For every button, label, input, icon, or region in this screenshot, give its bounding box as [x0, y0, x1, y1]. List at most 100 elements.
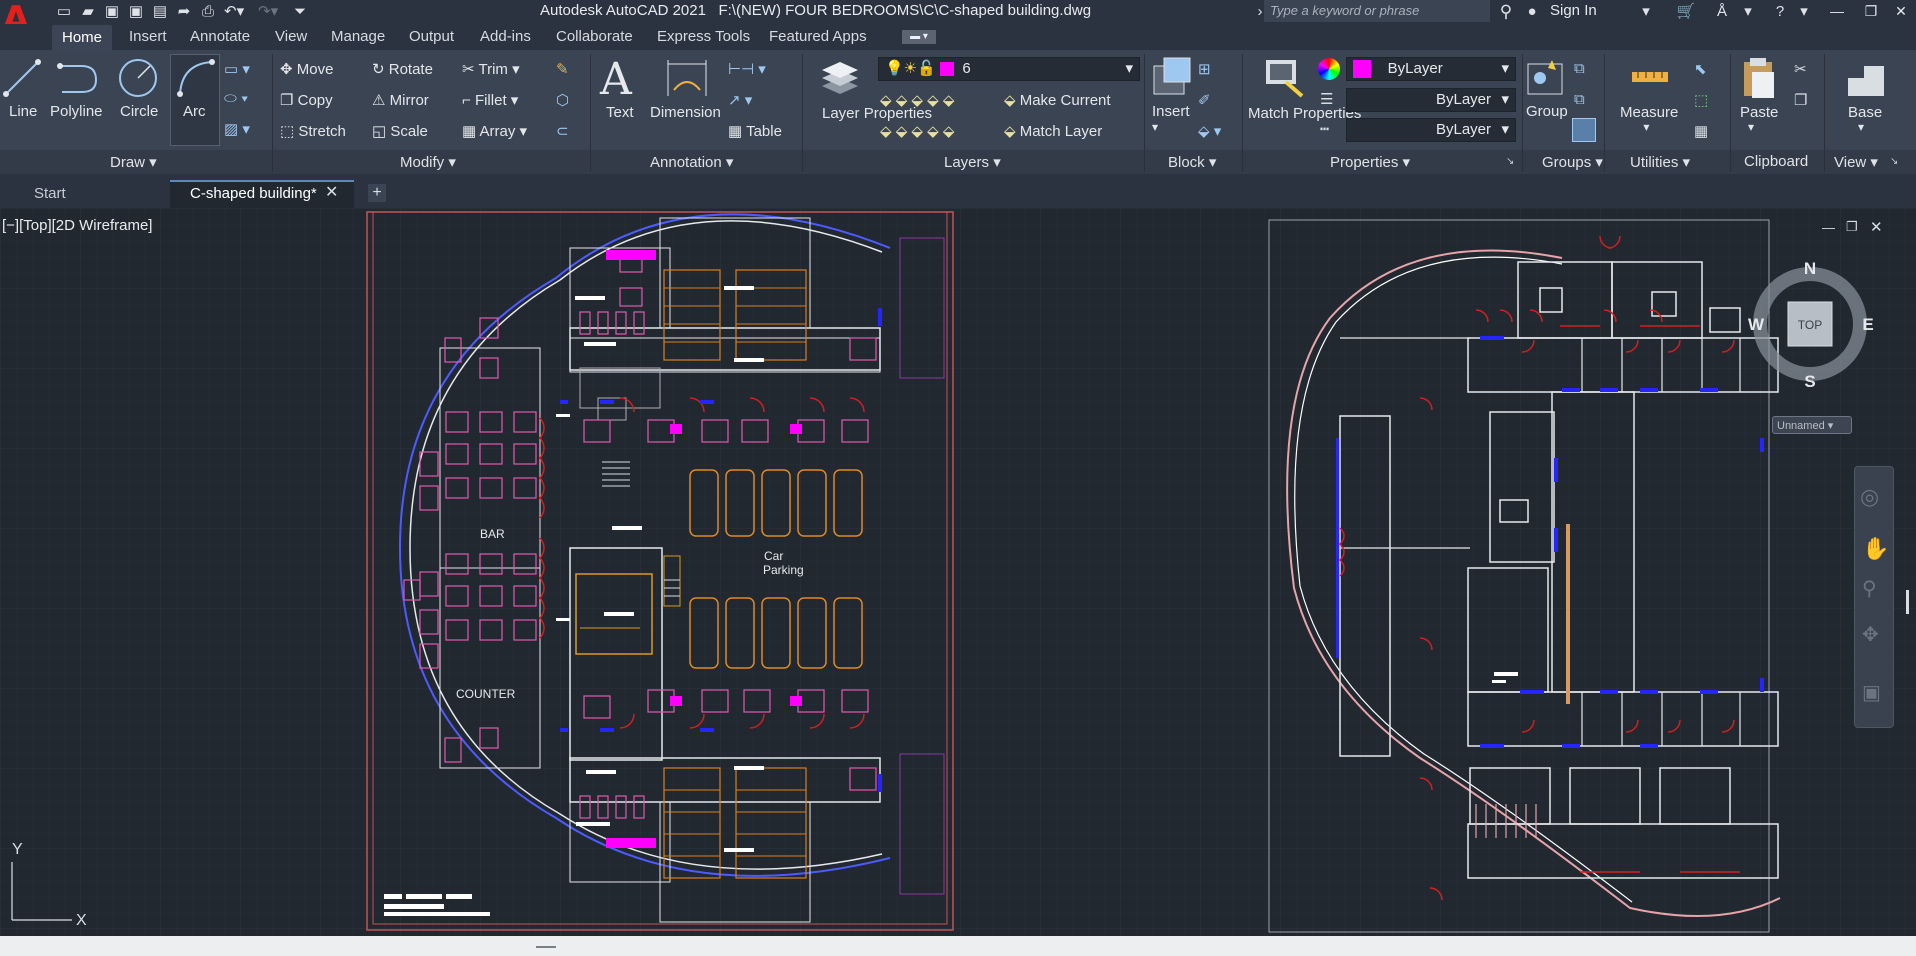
- app-dropdown-icon[interactable]: ▾: [1738, 2, 1758, 22]
- tab-output[interactable]: Output: [409, 28, 454, 45]
- gradient-icon[interactable]: ▨ ▾: [224, 120, 250, 138]
- layer-dropdown[interactable]: 💡☀🔓 6 ▾: [878, 57, 1140, 81]
- measure-button[interactable]: Measure: [1620, 104, 1678, 121]
- move-button[interactable]: ✥ Move: [280, 60, 333, 78]
- cart-icon[interactable]: 🛒: [1676, 2, 1696, 22]
- autodesk-app-icon[interactable]: Å: [1712, 2, 1732, 22]
- close-icon[interactable]: ✕: [1886, 0, 1916, 22]
- circle-button[interactable]: Circle: [120, 103, 158, 120]
- tab-view[interactable]: View: [275, 28, 307, 45]
- viewport-restore-icon[interactable]: ❐: [1846, 219, 1858, 235]
- clipboard-panel-title[interactable]: Clipboard: [1744, 153, 1808, 170]
- viewport-minimize-icon[interactable]: —: [1822, 220, 1835, 235]
- search-icon[interactable]: ⚲: [1496, 2, 1516, 22]
- cut-icon[interactable]: ✂: [1794, 60, 1807, 78]
- base-button[interactable]: Base: [1848, 104, 1882, 121]
- text-button[interactable]: Text: [606, 104, 634, 121]
- polyline-icon[interactable]: [56, 56, 100, 100]
- help-dropdown-icon[interactable]: ▾: [1794, 2, 1814, 22]
- close-tab-icon[interactable]: ✕: [325, 182, 338, 202]
- quick-select-icon[interactable]: ⬉: [1694, 60, 1707, 78]
- calculator-icon[interactable]: ▦: [1694, 122, 1708, 140]
- circle-icon[interactable]: [116, 56, 160, 100]
- layers-panel-title[interactable]: Layers ▾: [944, 153, 1001, 171]
- copy-button[interactable]: ❐ Copy: [280, 91, 333, 109]
- tab-featured-apps[interactable]: Featured Apps: [769, 28, 867, 45]
- insert-button[interactable]: Insert: [1152, 103, 1190, 120]
- sign-in-link[interactable]: Sign In: [1550, 2, 1597, 19]
- copy-clip-icon[interactable]: ❐: [1794, 91, 1807, 109]
- leader-icon[interactable]: ↗ ▾: [728, 91, 752, 109]
- layer-tools-row-2[interactable]: ⬙ ⬙ ⬙ ⬙ ⬙: [880, 122, 954, 140]
- viewcube-top-face[interactable]: TOP: [1798, 318, 1822, 332]
- group-edit-icon[interactable]: ⧉: [1574, 91, 1585, 108]
- search-input[interactable]: Type a keyword or phrase: [1264, 0, 1490, 22]
- dimension-icon[interactable]: [664, 56, 710, 100]
- match-properties-button[interactable]: Match Properties: [1248, 104, 1361, 124]
- color-wheel-icon[interactable]: [1318, 58, 1340, 80]
- properties-panel-title[interactable]: Properties ▾: [1330, 153, 1410, 171]
- match-layer-button[interactable]: ⬙ Match Layer: [1004, 122, 1102, 140]
- restore-icon[interactable]: ❐: [1856, 0, 1886, 22]
- open-icon[interactable]: ▰: [78, 2, 98, 22]
- group-icon[interactable]: [1526, 56, 1566, 100]
- viewcube[interactable]: TOP N S E W: [1746, 252, 1876, 402]
- match-properties-icon[interactable]: [1262, 56, 1306, 100]
- text-icon[interactable]: A: [600, 54, 632, 105]
- rectangle-icon[interactable]: ▭ ▾: [224, 60, 250, 78]
- save-icon[interactable]: ▣: [102, 2, 122, 22]
- tab-annotate[interactable]: Annotate: [190, 28, 250, 45]
- annotation-panel-title[interactable]: Annotation ▾: [650, 153, 733, 171]
- plot-icon[interactable]: ⎙: [198, 2, 218, 22]
- draw-panel-title[interactable]: Draw ▾: [110, 153, 157, 171]
- zoom-extents-icon[interactable]: ⚲: [1862, 576, 1877, 601]
- paste-button[interactable]: Paste: [1740, 104, 1778, 121]
- trim-button[interactable]: ✂ Trim ▾: [462, 60, 520, 78]
- table-button[interactable]: ▦ Table: [728, 122, 782, 140]
- orbit-icon[interactable]: ✥: [1862, 622, 1879, 647]
- insert-dropdown-icon[interactable]: ▾: [1152, 120, 1158, 134]
- help-icon[interactable]: ?: [1770, 2, 1790, 22]
- ribbon-state-toggle-icon[interactable]: ▬ ▾: [902, 30, 936, 44]
- groups-panel-title[interactable]: Groups ▾: [1542, 153, 1603, 171]
- mirror-button[interactable]: ⚠ Mirror: [372, 91, 429, 109]
- utilities-panel-title[interactable]: Utilities ▾: [1630, 153, 1690, 171]
- tab-start[interactable]: Start: [20, 180, 80, 208]
- paste-dropdown-icon[interactable]: ▾: [1748, 120, 1754, 134]
- stretch-button[interactable]: ⬚ Stretch: [280, 122, 346, 140]
- viewport-close-icon[interactable]: ✕: [1870, 218, 1883, 236]
- tab-home[interactable]: Home: [52, 25, 112, 50]
- lineweight-dropdown[interactable]: ByLayer ▾: [1346, 88, 1516, 112]
- ucs-menu[interactable]: Unnamed ▾: [1772, 416, 1852, 434]
- vertical-scrollbar[interactable]: [1906, 590, 1909, 614]
- explode-icon[interactable]: ⬡: [556, 91, 569, 109]
- viewcube-east[interactable]: E: [1862, 315, 1873, 334]
- ungroup-icon[interactable]: ⧉: [1574, 60, 1585, 77]
- group-button[interactable]: Group: [1526, 103, 1568, 120]
- modify-panel-title[interactable]: Modify ▾: [400, 153, 456, 171]
- base-dropdown-icon[interactable]: ▾: [1858, 120, 1864, 134]
- viewcube-south[interactable]: S: [1804, 372, 1815, 391]
- create-block-icon[interactable]: ⊞: [1198, 60, 1211, 78]
- fillet-button[interactable]: ⌐ Fillet ▾: [462, 91, 518, 109]
- dimension-button[interactable]: Dimension: [650, 104, 721, 121]
- offset-icon[interactable]: ⊂: [556, 122, 569, 140]
- tab-add-ins[interactable]: Add-ins: [480, 28, 531, 45]
- linetype-dropdown[interactable]: ByLayer ▾: [1346, 118, 1516, 142]
- view-dialog-launcher-icon[interactable]: ↘: [1890, 156, 1898, 167]
- pan-icon[interactable]: ✋: [1862, 536, 1889, 562]
- properties-dialog-launcher-icon[interactable]: ↘: [1506, 156, 1514, 167]
- rotate-button[interactable]: ↻ Rotate: [372, 60, 433, 78]
- new-icon[interactable]: ▭: [54, 2, 74, 22]
- arc-button[interactable]: Arc: [183, 103, 206, 120]
- polyline-button[interactable]: Polyline: [50, 103, 103, 120]
- web-mobile-icon[interactable]: ▤: [150, 2, 170, 22]
- showmotion-icon[interactable]: ▣: [1862, 680, 1881, 705]
- redo-icon[interactable]: ↷▾: [258, 2, 278, 22]
- viewport-controls-label[interactable]: [−][Top][2D Wireframe]: [2, 217, 152, 234]
- line-button[interactable]: Line: [9, 103, 37, 120]
- viewcube-north[interactable]: N: [1804, 259, 1816, 278]
- sign-in-dropdown-icon[interactable]: ▾: [1636, 2, 1656, 22]
- measure-dropdown-icon[interactable]: ▾: [1620, 120, 1649, 134]
- select-all-icon[interactable]: ⬚: [1694, 91, 1708, 109]
